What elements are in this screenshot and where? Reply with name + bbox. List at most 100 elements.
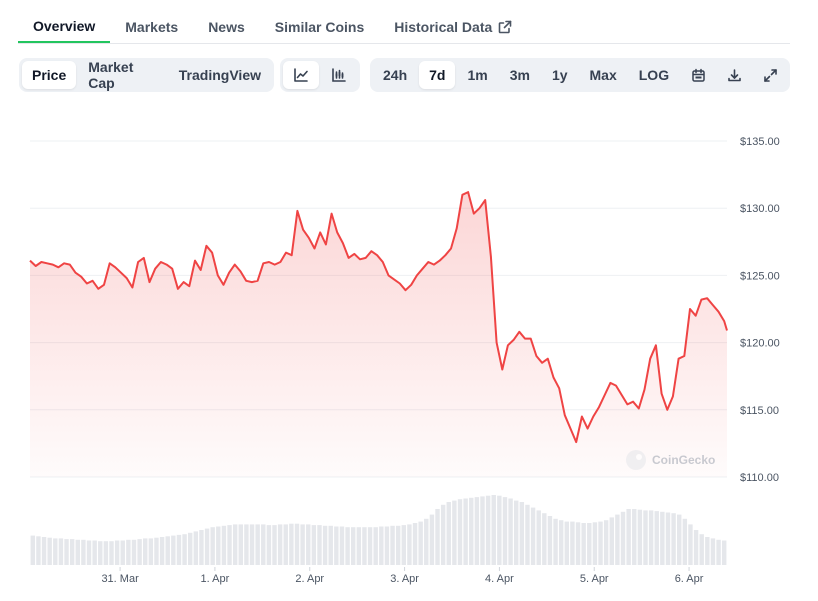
volume-bar xyxy=(474,497,480,565)
volume-bar xyxy=(249,524,255,565)
volume-bar xyxy=(171,535,176,565)
volume-bar xyxy=(688,524,693,565)
volume-bar xyxy=(182,534,187,565)
volume-bar xyxy=(283,524,288,565)
volume-bar xyxy=(193,531,199,565)
tab-markets[interactable]: Markets xyxy=(110,10,193,43)
volume-bar xyxy=(300,524,305,565)
volume-bar xyxy=(418,521,423,565)
volume-bar xyxy=(440,504,446,565)
range-max-button[interactable]: Max xyxy=(580,61,627,89)
tab-historical-data[interactable]: Historical Data xyxy=(379,10,527,43)
range-1y-button[interactable]: 1y xyxy=(542,61,578,89)
download-icon[interactable] xyxy=(717,61,751,89)
tab-label: Similar Coins xyxy=(274,18,365,35)
volume-bar xyxy=(103,541,109,565)
range-3m-button[interactable]: 3m xyxy=(500,61,540,89)
volume-bar xyxy=(390,525,395,565)
range-24h-button[interactable]: 24h xyxy=(373,61,417,89)
chart-type-toggle: Price Market Cap TradingView xyxy=(19,58,274,92)
volume-bar xyxy=(705,537,710,565)
price-area xyxy=(30,192,727,477)
volume-bar xyxy=(36,536,41,565)
volume-bar xyxy=(469,497,474,565)
x-tick-label: 5. Apr xyxy=(580,573,609,585)
volume-bar xyxy=(401,525,407,565)
candlestick-chart-icon[interactable] xyxy=(321,61,357,89)
volume-bar xyxy=(575,522,581,565)
volume-bar xyxy=(81,539,86,565)
volume-bar xyxy=(553,518,558,565)
volume-bar xyxy=(412,523,418,565)
volume-bar xyxy=(143,538,148,565)
volume-bar xyxy=(620,511,626,565)
volume-bar xyxy=(491,495,496,565)
volume-bar xyxy=(255,524,260,565)
volume-bar xyxy=(204,528,210,565)
volume-bar xyxy=(699,534,704,565)
volume-bar xyxy=(429,514,435,565)
range-7d-button[interactable]: 7d xyxy=(419,61,456,89)
volume-bar xyxy=(502,497,508,565)
volume-bar xyxy=(643,510,648,565)
log-scale-button[interactable]: LOG xyxy=(629,61,679,89)
volume-bar xyxy=(654,511,659,565)
volume-bar xyxy=(311,525,317,565)
tab-label: Overview xyxy=(33,17,96,34)
tab-overview[interactable]: Overview xyxy=(18,10,111,43)
volume-bar xyxy=(710,538,716,565)
tab-label: News xyxy=(208,18,245,35)
volume-bar xyxy=(581,523,586,565)
volume-bar xyxy=(457,499,463,565)
volume-bars xyxy=(30,495,727,565)
volume-bar xyxy=(677,514,682,565)
expand-icon[interactable] xyxy=(753,61,787,89)
volume-bar xyxy=(272,525,277,565)
top-tabs: Overview Markets News Similar Coins Hist… xyxy=(18,10,790,44)
volume-bar xyxy=(317,525,322,565)
volume-bar xyxy=(367,527,373,565)
coingecko-logo-icon xyxy=(626,450,646,470)
volume-bar xyxy=(114,540,120,565)
volume-bar xyxy=(159,537,165,565)
y-tick-label: $135.00 xyxy=(740,136,780,148)
volume-bar xyxy=(120,540,125,565)
tab-similar-coins[interactable]: Similar Coins xyxy=(260,10,379,43)
volume-bar xyxy=(30,535,36,565)
tradingview-button[interactable]: TradingView xyxy=(169,61,271,89)
x-tick-label: 2. Apr xyxy=(295,573,324,585)
volume-bar xyxy=(384,526,390,565)
y-axis-labels: $135.00 $130.00 $125.00 $120.00 $115.00 $110.… xyxy=(740,136,780,484)
volume-bar xyxy=(615,514,620,565)
volume-bar xyxy=(221,525,227,565)
volume-bar xyxy=(328,525,333,565)
volume-bar xyxy=(530,507,536,565)
volume-bar xyxy=(266,525,272,565)
line-chart-icon[interactable] xyxy=(283,61,319,89)
y-tick-label: $115.00 xyxy=(740,405,779,417)
volume-bar xyxy=(603,520,609,565)
calendar-icon[interactable] xyxy=(681,61,715,89)
volume-bar xyxy=(379,526,384,565)
price-chart[interactable]: $135.00 $130.00 $125.00 $120.00 $115.00 $110.… xyxy=(0,100,818,595)
price-button[interactable]: Price xyxy=(22,61,77,89)
y-tick-label: $130.00 xyxy=(740,203,780,215)
volume-bar xyxy=(126,539,131,565)
market-cap-button[interactable]: Market Cap xyxy=(78,59,167,91)
x-tick-label: 6. Apr xyxy=(675,573,704,585)
volume-bar xyxy=(542,513,547,565)
range-1m-button[interactable]: 1m xyxy=(457,61,497,89)
volume-bar xyxy=(508,498,513,565)
volume-bar xyxy=(322,525,328,565)
volume-bar xyxy=(334,526,339,565)
volume-bar xyxy=(525,504,530,565)
volume-bar xyxy=(137,539,142,565)
volume-bar xyxy=(187,532,193,565)
volume-bar xyxy=(452,500,457,565)
tab-news[interactable]: News xyxy=(193,10,260,43)
volume-bar xyxy=(109,541,114,565)
volume-bar xyxy=(592,522,598,565)
volume-bar xyxy=(210,527,215,565)
y-tick-label: $125.00 xyxy=(740,270,780,282)
volume-bar xyxy=(693,530,699,565)
